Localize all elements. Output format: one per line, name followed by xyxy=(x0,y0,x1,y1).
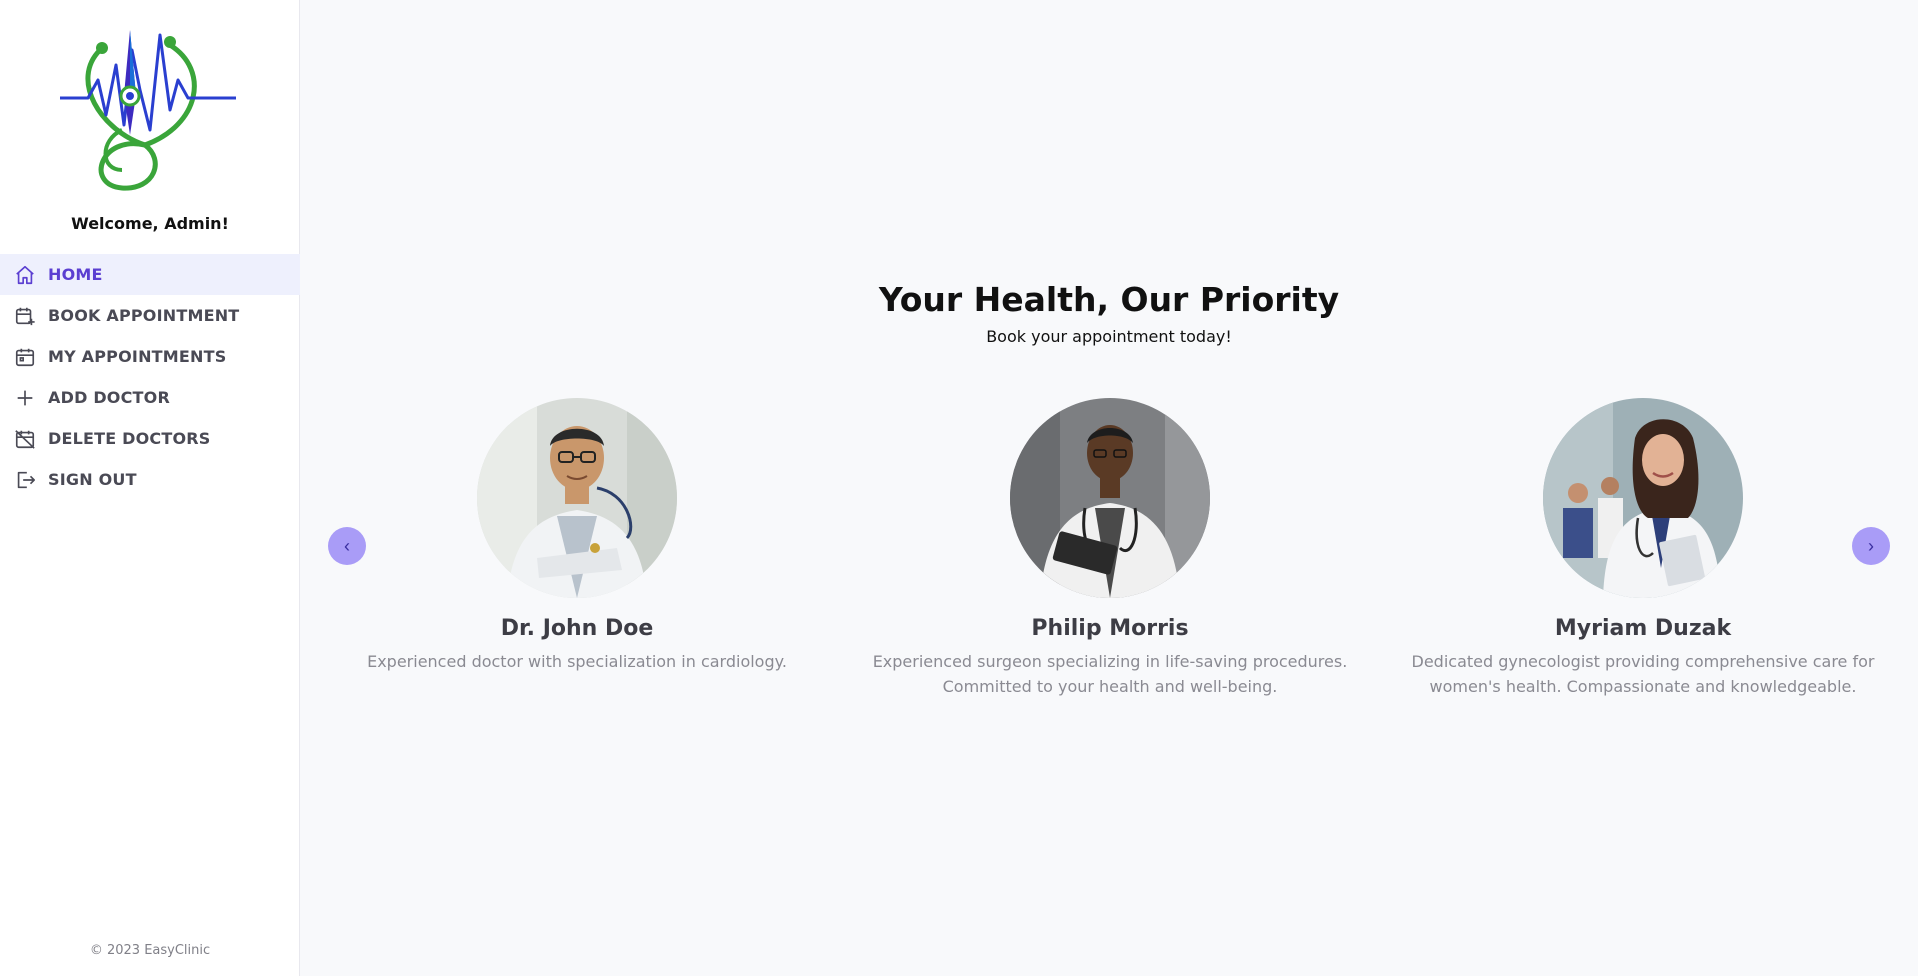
home-icon xyxy=(14,264,36,286)
sidebar-item-sign-out[interactable]: SIGN OUT xyxy=(0,459,300,500)
sidebar: Welcome, Admin! HOME BOOK APPOINTMENT MY… xyxy=(0,0,300,976)
doctor-description: Dedicated gynecologist providing compreh… xyxy=(1411,652,1875,696)
doctor-description: Experienced doctor with specialization i… xyxy=(367,652,787,671)
sidebar-item-label: DELETE DOCTORS xyxy=(48,429,211,448)
doctor-name: Dr. John Doe xyxy=(500,616,654,641)
main-content: Your Health, Our Priority Book your appo… xyxy=(300,0,1918,976)
calendar-icon xyxy=(14,346,36,368)
calendar-off-icon xyxy=(14,428,36,450)
sidebar-nav: HOME BOOK APPOINTMENT MY APPOINTMENTS AD… xyxy=(0,254,300,500)
sidebar-item-label: SIGN OUT xyxy=(48,470,137,489)
sidebar-item-add-doctor[interactable]: ADD DOCTOR xyxy=(0,377,300,418)
doctor-photo xyxy=(477,398,677,598)
doctor-name: Philip Morris xyxy=(1031,616,1189,641)
welcome-message: Welcome, Admin! xyxy=(71,214,229,233)
plus-icon xyxy=(14,387,36,409)
page-title: Your Health, Our Priority xyxy=(878,280,1340,319)
sidebar-item-my-appointments[interactable]: MY APPOINTMENTS xyxy=(0,336,300,377)
doctor-photo xyxy=(1010,398,1210,598)
sidebar-item-label: HOME xyxy=(48,265,103,284)
doctor-card: Myriam Duzak Dedicated gynecologist prov… xyxy=(1383,398,1903,699)
sidebar-item-home[interactable]: HOME xyxy=(0,254,300,295)
sign-out-icon xyxy=(14,469,36,491)
doctor-card: Philip Morris Experienced surgeon specia… xyxy=(850,398,1370,699)
doctor-photo xyxy=(1543,398,1743,598)
sidebar-item-delete-doctors[interactable]: DELETE DOCTORS xyxy=(0,418,300,459)
page-subtitle: Book your appointment today! xyxy=(986,327,1232,346)
doctor-name: Myriam Duzak xyxy=(1554,616,1732,641)
copyright-footer: © 2023 EasyClinic xyxy=(89,943,211,958)
clinic-logo xyxy=(60,20,236,192)
doctor-card: Dr. John Doe Experienced doctor with spe… xyxy=(317,398,837,674)
sidebar-item-label: MY APPOINTMENTS xyxy=(48,347,227,366)
doctor-description: Experienced surgeon specializing in life… xyxy=(872,652,1348,696)
calendar-plus-icon xyxy=(14,305,36,327)
sidebar-item-label: ADD DOCTOR xyxy=(48,388,170,407)
sidebar-item-book-appointment[interactable]: BOOK APPOINTMENT xyxy=(0,295,300,336)
sidebar-item-label: BOOK APPOINTMENT xyxy=(48,306,240,325)
